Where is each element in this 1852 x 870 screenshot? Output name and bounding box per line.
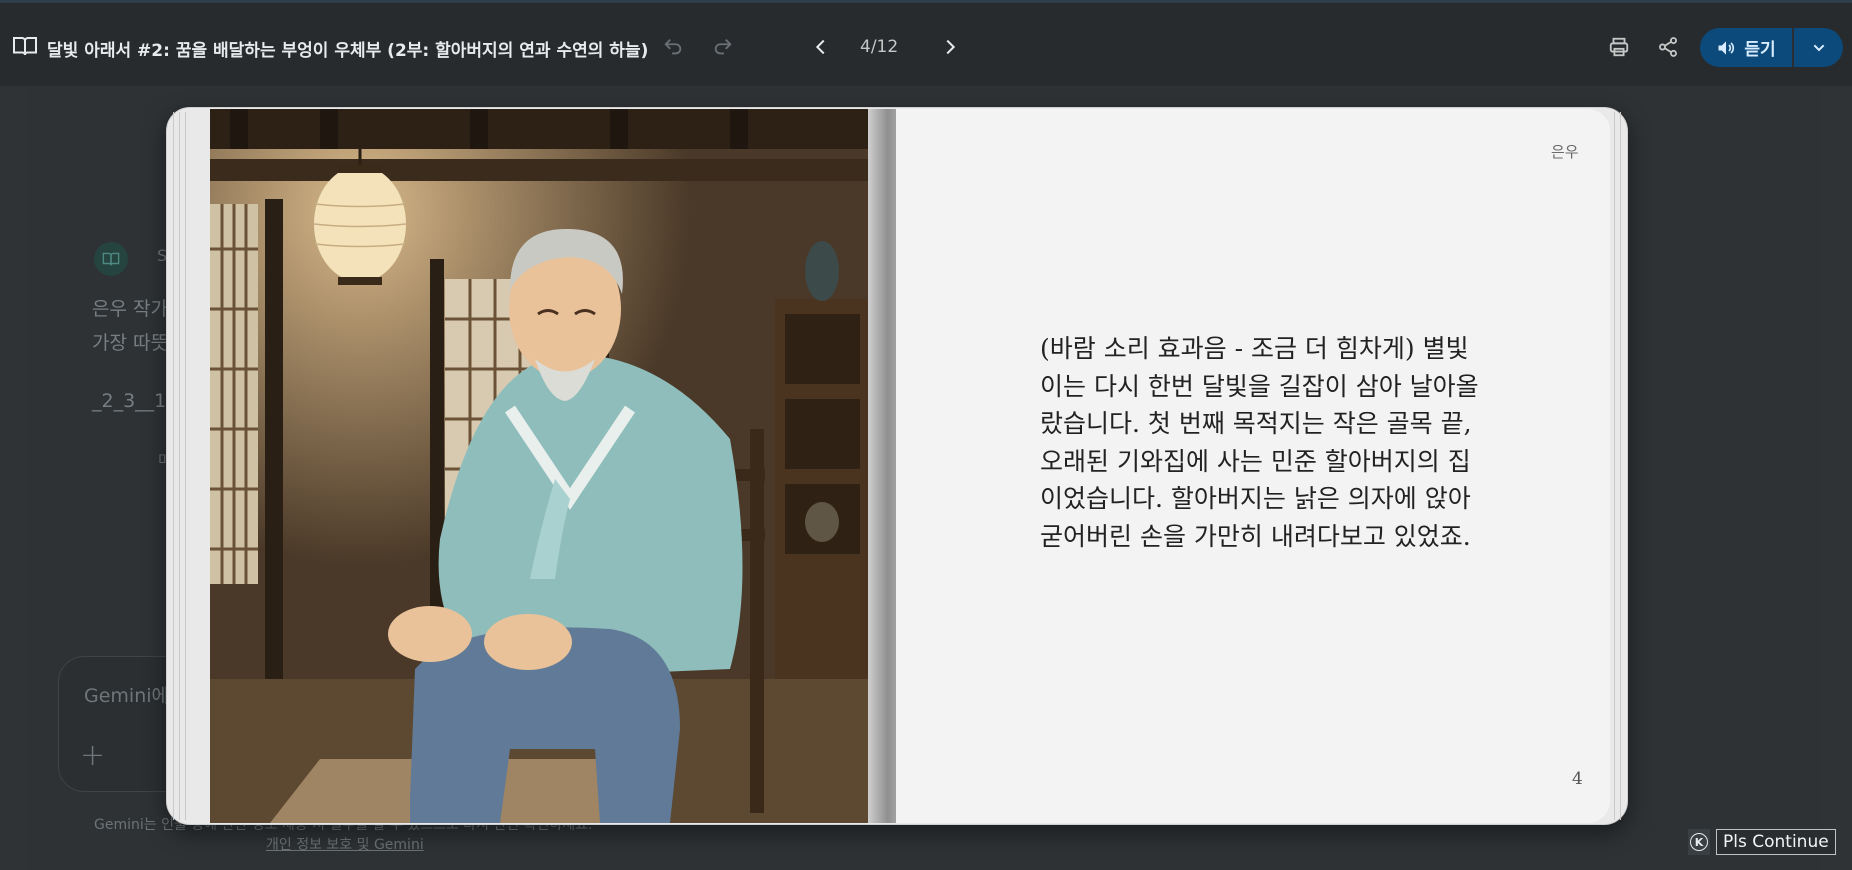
- story-paragraph: (바람 소리 효과음 - 조금 더 힘차게) 별빛이는 다시 한번 달빛을 길잡…: [1040, 334, 1479, 551]
- chevron-left-icon: [815, 39, 825, 55]
- chat-text-line: 가장 따뜻: [92, 332, 168, 354]
- undo-icon: [664, 39, 682, 55]
- page-title: 달빛 아래서 #2: 꿈을 배달하는 부엉이 우체부 (2부: 할아버지의 연과…: [47, 41, 649, 61]
- speaker-icon: [1718, 40, 1735, 55]
- page-edge: [179, 112, 180, 820]
- continue-button[interactable]: Pls Continue: [1716, 829, 1836, 855]
- print-button[interactable]: [1603, 31, 1635, 63]
- top-bar: 달빛 아래서 #2: 꿈을 배달하는 부엉이 우체부 (2부: 할아버지의 연과…: [0, 0, 1852, 86]
- story-illustration: [210, 109, 868, 823]
- share-icon: [1659, 37, 1677, 57]
- k-circle-icon: K: [1690, 833, 1708, 851]
- listen-control: 듣기: [1700, 28, 1843, 67]
- redo-icon: [714, 39, 732, 55]
- print-icon: [1609, 37, 1629, 57]
- page-edge: [1614, 112, 1615, 820]
- page-edge: [1620, 112, 1621, 820]
- k-badge: K: [1688, 829, 1710, 855]
- gem-avatar: [94, 242, 128, 276]
- chevron-down-icon: [1813, 44, 1824, 51]
- page-edge: [185, 112, 186, 820]
- book-avatar-icon: [102, 252, 120, 266]
- listen-label: 듣기: [1744, 40, 1776, 60]
- privacy-link[interactable]: 개인 정보 보호 및 Gemini: [266, 834, 424, 854]
- author-name: 은우: [1551, 143, 1579, 161]
- listen-button[interactable]: 듣기: [1700, 28, 1792, 67]
- chevron-right-icon: [946, 39, 956, 55]
- prompt-placeholder: Gemini에: [84, 685, 170, 707]
- add-attachment-icon[interactable]: +: [80, 738, 105, 773]
- next-page-button[interactable]: [934, 31, 966, 63]
- illustration-old-man-in-hanok: [210, 109, 868, 823]
- listen-options-button[interactable]: [1794, 28, 1843, 67]
- redo-button[interactable]: [707, 31, 739, 63]
- previous-page-button[interactable]: [805, 31, 837, 63]
- chat-text-line: 은우 작가: [92, 298, 168, 320]
- chat-filename: _2_3__1.: [92, 390, 173, 412]
- undo-button[interactable]: [657, 31, 689, 63]
- page-edge: [173, 112, 174, 820]
- page-indicator: 4/12: [860, 37, 899, 57]
- share-button[interactable]: [1652, 31, 1684, 63]
- open-book-icon: [13, 37, 37, 56]
- page-number: 4: [1572, 769, 1583, 789]
